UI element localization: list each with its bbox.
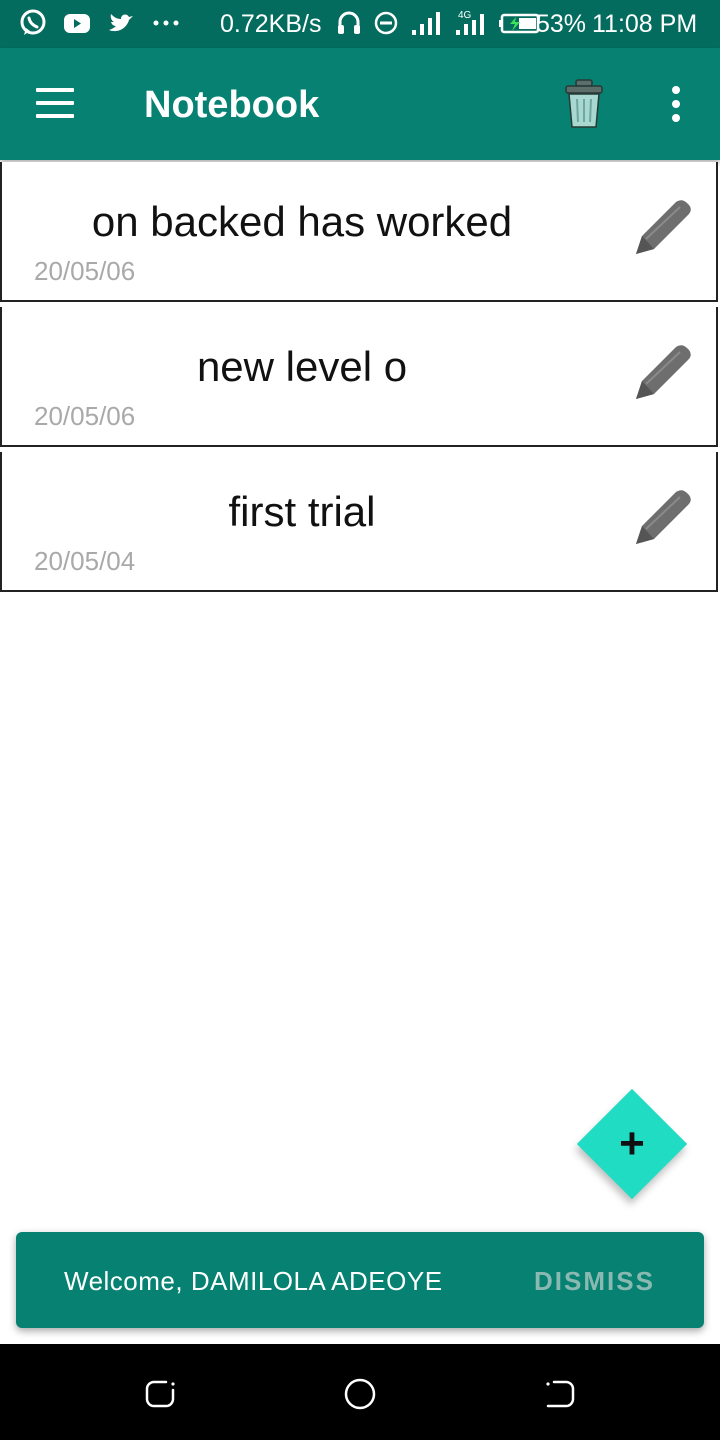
- more-notifications-icon: [153, 20, 179, 26]
- system-icons: 4G: [336, 8, 542, 38]
- note-item[interactable]: new level o 20/05/06: [0, 307, 718, 447]
- home-icon[interactable]: [342, 1376, 378, 1412]
- add-icon[interactable]: +: [608, 1120, 656, 1168]
- twitter-icon: [109, 14, 133, 32]
- note-date: 20/05/04: [34, 546, 136, 576]
- headset-icon: [338, 11, 360, 34]
- note-item[interactable]: first trial 20/05/04: [0, 452, 718, 592]
- signal-4g-icon: 4G: [456, 10, 484, 35]
- app-bar: Notebook: [0, 48, 720, 160]
- snackbar-message: Welcome, DAMILOLA ADEOYE: [64, 1266, 443, 1296]
- dnd-icon: [374, 11, 398, 35]
- pencil-icon[interactable]: [630, 198, 694, 258]
- note-title: new level o: [196, 343, 408, 390]
- notification-icons: [18, 8, 184, 38]
- dismiss-button[interactable]: DISMISS: [534, 1266, 655, 1297]
- page-title: Notebook: [144, 84, 320, 126]
- menu-icon[interactable]: [36, 88, 76, 120]
- note-title: first trial: [228, 488, 376, 535]
- battery-percentage: 53%: [536, 10, 587, 38]
- pencil-icon[interactable]: [630, 343, 694, 403]
- network-type-label: 4G: [458, 10, 472, 21]
- note-date: 20/05/06: [34, 401, 136, 431]
- trash-icon[interactable]: [562, 78, 606, 130]
- signal-icon: [412, 12, 440, 35]
- network-speed: 0.72KB/s: [220, 10, 322, 38]
- note-date: 20/05/06: [34, 256, 136, 286]
- more-vert-icon[interactable]: [664, 86, 688, 126]
- note-title: on backed has worked: [91, 198, 513, 245]
- snackbar: Welcome, DAMILOLA ADEOYE DISMISS: [16, 1232, 704, 1328]
- status-bar: 0.72KB/s 4G 53% 11:08 PM: [0, 0, 720, 48]
- whatsapp-icon: [20, 9, 46, 35]
- recents-icon[interactable]: [142, 1376, 178, 1412]
- back-icon[interactable]: [542, 1376, 578, 1412]
- navigation-bar: [0, 1344, 720, 1440]
- youtube-icon: [64, 14, 90, 33]
- pencil-icon[interactable]: [630, 488, 694, 548]
- clock: 11:08 PM: [592, 10, 698, 38]
- note-item[interactable]: on backed has worked 20/05/06: [0, 162, 718, 302]
